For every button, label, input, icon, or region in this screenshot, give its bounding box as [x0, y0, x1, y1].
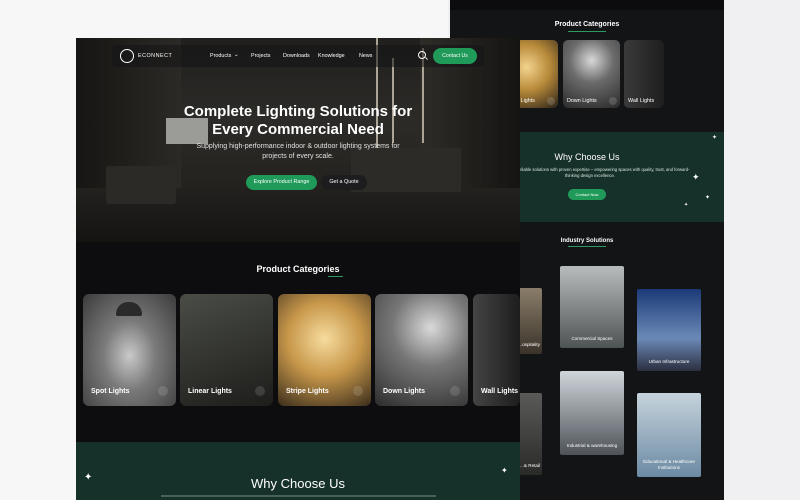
industry-card-industrial[interactable]: Industrial & warehousing: [560, 371, 624, 455]
nav-projects[interactable]: Projects: [251, 53, 270, 59]
title-underline: [568, 31, 606, 32]
category-label: Stripe Lights: [286, 388, 329, 395]
hero-title-line: Complete Lighting Solutions for: [183, 103, 413, 120]
hero-overlay: [76, 38, 520, 242]
product-categories-title: Product Categories: [554, 21, 620, 28]
contact-now-button[interactable]: Contact Now: [568, 189, 606, 200]
nav-products[interactable]: Products: [210, 53, 231, 59]
category-label: Linear Lights: [188, 388, 232, 395]
sparkle-icon: ✦: [501, 466, 508, 475]
industry-label: Commercial Spaces: [571, 336, 613, 341]
brand-name[interactable]: ECONNECT: [138, 53, 172, 59]
search-icon[interactable]: [418, 51, 426, 59]
arrow-icon[interactable]: [158, 386, 168, 396]
category-card-wall[interactable]: Wall Lights: [624, 40, 664, 108]
arrow-icon: [547, 97, 555, 105]
product-categories-title: Product Categories: [256, 264, 340, 274]
arrow-icon[interactable]: [255, 386, 265, 396]
category-label: Wall Lights: [481, 388, 519, 395]
category-label: Down Lights: [567, 98, 597, 104]
category-label: Spot Lights: [91, 388, 130, 395]
explore-products-button[interactable]: Explore Product Range: [246, 175, 317, 190]
sparkle-icon: ✦: [692, 172, 700, 182]
get-quote-button[interactable]: Get a Quote: [321, 175, 367, 190]
title-underline: [568, 246, 606, 247]
category-label: Wall Lights: [628, 98, 655, 104]
arrow-icon[interactable]: [353, 386, 363, 396]
arrow-icon[interactable]: [450, 386, 460, 396]
main-page-preview: ECONNECT Products ⌄ Projects Downloads K…: [76, 38, 520, 500]
nav-news[interactable]: News: [359, 53, 372, 59]
category-card-spot[interactable]: Spot Lights: [83, 294, 176, 406]
hero-title-line: Every Commercial Need: [212, 121, 384, 138]
sparkle-icon: ✦: [712, 135, 718, 141]
nav-knowledge[interactable]: Knowledge: [318, 53, 345, 59]
sparkle-icon: ✦: [705, 195, 711, 201]
hero-subtitle: Supplying high-performance indoor & outd…: [196, 143, 400, 160]
nav-downloads[interactable]: Downloads: [283, 53, 310, 59]
category-card-down[interactable]: Down Lights: [563, 40, 620, 108]
lamp-graphic: [116, 302, 142, 316]
hero-title: Complete Lighting Solutions for Every Co…: [76, 103, 520, 139]
arrow-icon: [609, 97, 617, 105]
sparkle-icon: ✦: [684, 202, 689, 208]
why-title: Why Choose Us: [251, 476, 345, 491]
industry-label: Educational & Healthcare Institutions: [643, 459, 695, 470]
top-navigation: ECONNECT Products ⌄ Projects Downloads K…: [112, 45, 484, 67]
hero-section: ECONNECT Products ⌄ Projects Downloads K…: [76, 38, 520, 242]
why-text-line: [161, 495, 436, 497]
title-underline: [328, 276, 343, 277]
chevron-down-icon[interactable]: ⌄: [234, 52, 239, 58]
why-choose-us-section: ✦ ✦: [76, 442, 520, 500]
industry-card-urban[interactable]: Urban Infrastructure: [637, 289, 701, 371]
industry-label: Industrial & warehousing: [566, 443, 618, 448]
industry-label: Urban Infrastructure: [648, 359, 690, 364]
top-strip: [450, 0, 724, 10]
category-card-down[interactable]: Down Lights: [375, 294, 468, 406]
category-card-wall[interactable]: Wall Lights: [473, 294, 520, 406]
category-card-linear[interactable]: Linear Lights: [180, 294, 273, 406]
industry-card-education[interactable]: Educational & Healthcare Institutions: [637, 393, 701, 477]
industry-card-commercial[interactable]: Commercial Spaces: [560, 266, 624, 348]
contact-us-button[interactable]: Contact Us: [433, 48, 477, 64]
leaf-logo-icon[interactable]: [120, 49, 134, 63]
category-card-stripe[interactable]: Stripe Lights: [278, 294, 371, 406]
why-text: ...r innovative, reliable solutions with…: [490, 167, 690, 178]
category-label: Down Lights: [383, 388, 425, 395]
